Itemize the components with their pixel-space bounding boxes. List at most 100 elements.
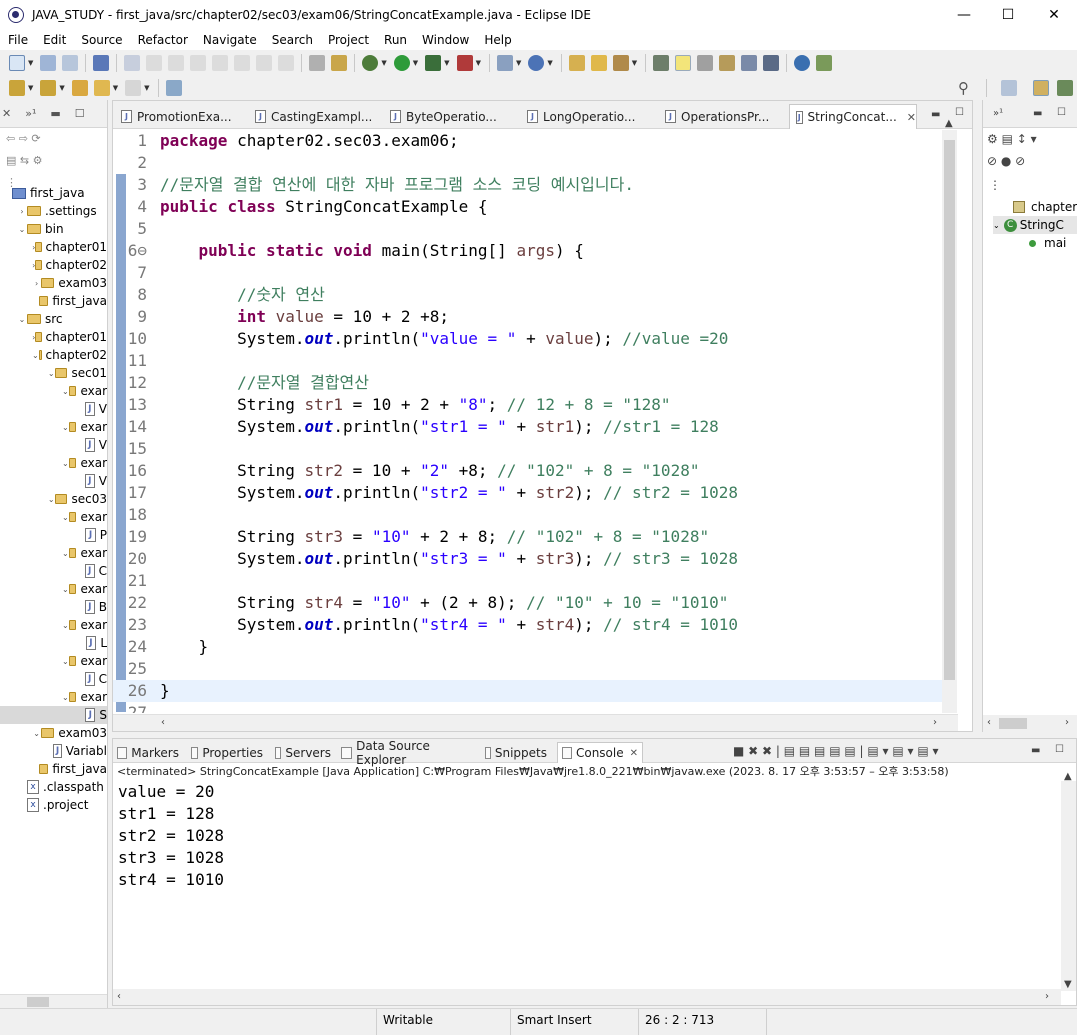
next-annotation-icon[interactable] <box>9 80 25 96</box>
console-vertical-scrollbar[interactable]: ▲ ▼ <box>1061 771 1076 991</box>
outline-method[interactable]: mai <box>1029 234 1066 252</box>
tree-item[interactable]: JV <box>0 400 107 418</box>
editor-tab[interactable]: J ByteOperatio... <box>384 104 517 129</box>
pin-editor-icon[interactable] <box>165 80 182 96</box>
search-tool-icon[interactable] <box>612 55 629 71</box>
tree-item[interactable]: first_java <box>0 292 107 310</box>
menu-refactor[interactable]: Refactor <box>130 33 195 47</box>
tree-toggle-icon[interactable]: ⌄ <box>62 549 69 558</box>
editor-tab[interactable]: J OperationsPr... <box>659 104 786 129</box>
collapse-all-icon[interactable]: ▤ ⇆ ⚙ <box>6 154 101 176</box>
close-button[interactable]: ✕ <box>1031 0 1077 30</box>
maximize-view-icon[interactable]: ☐ <box>75 107 85 120</box>
tree-item[interactable]: ⌄ bin <box>0 220 107 238</box>
nav-arrows-icon[interactable]: ⇦ ⇨ ⟳ <box>6 132 101 154</box>
tree-toggle-icon[interactable]: ⌄ <box>62 657 69 666</box>
open-perspective-icon[interactable] <box>1001 80 1017 96</box>
close-view-icon[interactable]: ✕ <box>2 107 11 120</box>
tree-toggle-icon[interactable]: ⌄ <box>17 225 27 234</box>
console-panel-tab[interactable]: Properties <box>187 742 267 763</box>
menu-source[interactable]: Source <box>73 33 129 47</box>
tree-toggle-icon[interactable]: ⌄ <box>62 423 69 432</box>
toggle-mark-occurrences-icon[interactable] <box>653 55 670 71</box>
maximize-console-icon[interactable]: ☐ <box>1055 744 1064 755</box>
outline-package[interactable]: chapter <box>1013 198 1077 216</box>
save-icon[interactable] <box>40 55 57 71</box>
tree-item[interactable]: x .classpath <box>0 778 107 796</box>
close-tab-icon[interactable]: ✕ <box>907 111 916 124</box>
console-panel-tab[interactable]: Markers <box>113 742 183 763</box>
new-java-class-icon[interactable] <box>528 55 545 71</box>
menu-navigate[interactable]: Navigate <box>195 33 264 47</box>
view-menu-icon[interactable]: »¹ <box>25 107 36 120</box>
tree-toggle-icon[interactable]: › <box>17 207 27 216</box>
tree-toggle-icon[interactable]: ⌄ <box>62 387 69 396</box>
tree-toggle-icon[interactable]: ⌄ <box>47 369 55 378</box>
tree-item[interactable]: ⌄ exar <box>0 580 107 598</box>
outline-more-icon[interactable]: ⋮ <box>989 178 1001 192</box>
external-tools-icon[interactable] <box>456 55 473 71</box>
tree-toggle-icon[interactable]: ⌄ <box>62 693 69 702</box>
coverage-icon[interactable] <box>425 55 442 71</box>
highlight-icon[interactable] <box>675 55 692 71</box>
skip-breakpoints-icon[interactable] <box>124 55 141 71</box>
tree-item[interactable]: JC <box>0 670 107 688</box>
tree-item[interactable]: ⌄ sec01 <box>0 364 107 382</box>
tree-item[interactable]: JC <box>0 562 107 580</box>
editor-horizontal-scrollbar[interactable]: ‹ › <box>113 714 958 731</box>
search-icon[interactable]: ⚲ <box>958 79 969 97</box>
tree-item[interactable]: JL <box>0 634 107 652</box>
tree-item[interactable]: ⌄ exar <box>0 652 107 670</box>
tree-toggle-icon[interactable]: ⌄ <box>62 459 69 468</box>
view-menu-icon[interactable]: »¹ <box>993 108 1003 119</box>
editor-tab[interactable]: J LongOperatio... <box>521 104 657 129</box>
open-folder-icon[interactable] <box>590 55 607 71</box>
last-edit-icon[interactable] <box>71 80 88 96</box>
menu-run[interactable]: Run <box>376 33 414 47</box>
console-panel-tab[interactable]: Console ✕ <box>557 742 643 763</box>
drop-to-frame-icon[interactable] <box>309 55 326 71</box>
console-panel-tab[interactable]: Servers <box>271 742 335 763</box>
outline-horizontal-scrollbar[interactable]: ‹ › <box>983 715 1077 732</box>
tree-item[interactable]: ⌄ exar <box>0 616 107 634</box>
maximize-button[interactable]: ☐ <box>985 0 1031 30</box>
git-icon[interactable] <box>816 55 833 71</box>
outline-toolbar-icon[interactable]: ⚙ ▤ ↕ ▾ <box>987 132 1037 146</box>
suspend-icon[interactable] <box>168 55 185 71</box>
tree-item[interactable]: ⌄ exar <box>0 418 107 436</box>
editor-tab[interactable]: J PromotionExa... <box>115 104 242 129</box>
tree-item[interactable]: JV <box>0 436 107 454</box>
terminal-icon[interactable] <box>93 55 110 71</box>
console-panel-tab[interactable]: Snippets <box>481 742 551 763</box>
step-over-icon[interactable] <box>256 55 273 71</box>
run-icon[interactable] <box>393 55 410 71</box>
explorer-horizontal-scrollbar[interactable] <box>0 994 107 1008</box>
globe-icon[interactable] <box>794 55 811 71</box>
tree-item[interactable]: J Variabl <box>0 742 107 760</box>
tree-toggle-icon[interactable]: ⌄ <box>32 729 41 738</box>
menu-file[interactable]: File <box>0 33 35 47</box>
previous-annotation-icon[interactable] <box>40 80 57 96</box>
tree-item[interactable]: ⌄ exar <box>0 544 107 562</box>
console-panel-tab[interactable]: Data Source Explorer <box>337 739 477 767</box>
resume-icon[interactable] <box>146 55 163 71</box>
tree-item[interactable]: first_java <box>0 184 107 202</box>
tree-item[interactable]: JP <box>0 526 107 544</box>
use-step-filters-icon[interactable] <box>331 55 348 71</box>
pilcrow-icon[interactable] <box>763 55 780 71</box>
tree-item[interactable]: ⌄ sec03 <box>0 490 107 508</box>
tree-item[interactable]: ⌄ chapter02 <box>0 346 107 364</box>
menu-edit[interactable]: Edit <box>35 33 73 47</box>
tree-item[interactable]: ⌄ exar <box>0 508 107 526</box>
forward-icon[interactable] <box>125 80 142 96</box>
block-selection-icon[interactable] <box>719 55 736 71</box>
minimize-console-icon[interactable]: ▬ <box>1031 745 1040 756</box>
step-into-icon[interactable] <box>234 55 251 71</box>
minimize-button[interactable]: — <box>941 0 987 30</box>
debug-icon[interactable] <box>362 55 379 71</box>
tree-item[interactable]: ⌄ exam03 <box>0 724 107 742</box>
menu-search[interactable]: Search <box>264 33 320 47</box>
step-return-icon[interactable] <box>278 55 295 71</box>
new-java-project-icon[interactable] <box>496 55 513 71</box>
minimize-outline-icon[interactable]: ▬ <box>1033 108 1042 119</box>
